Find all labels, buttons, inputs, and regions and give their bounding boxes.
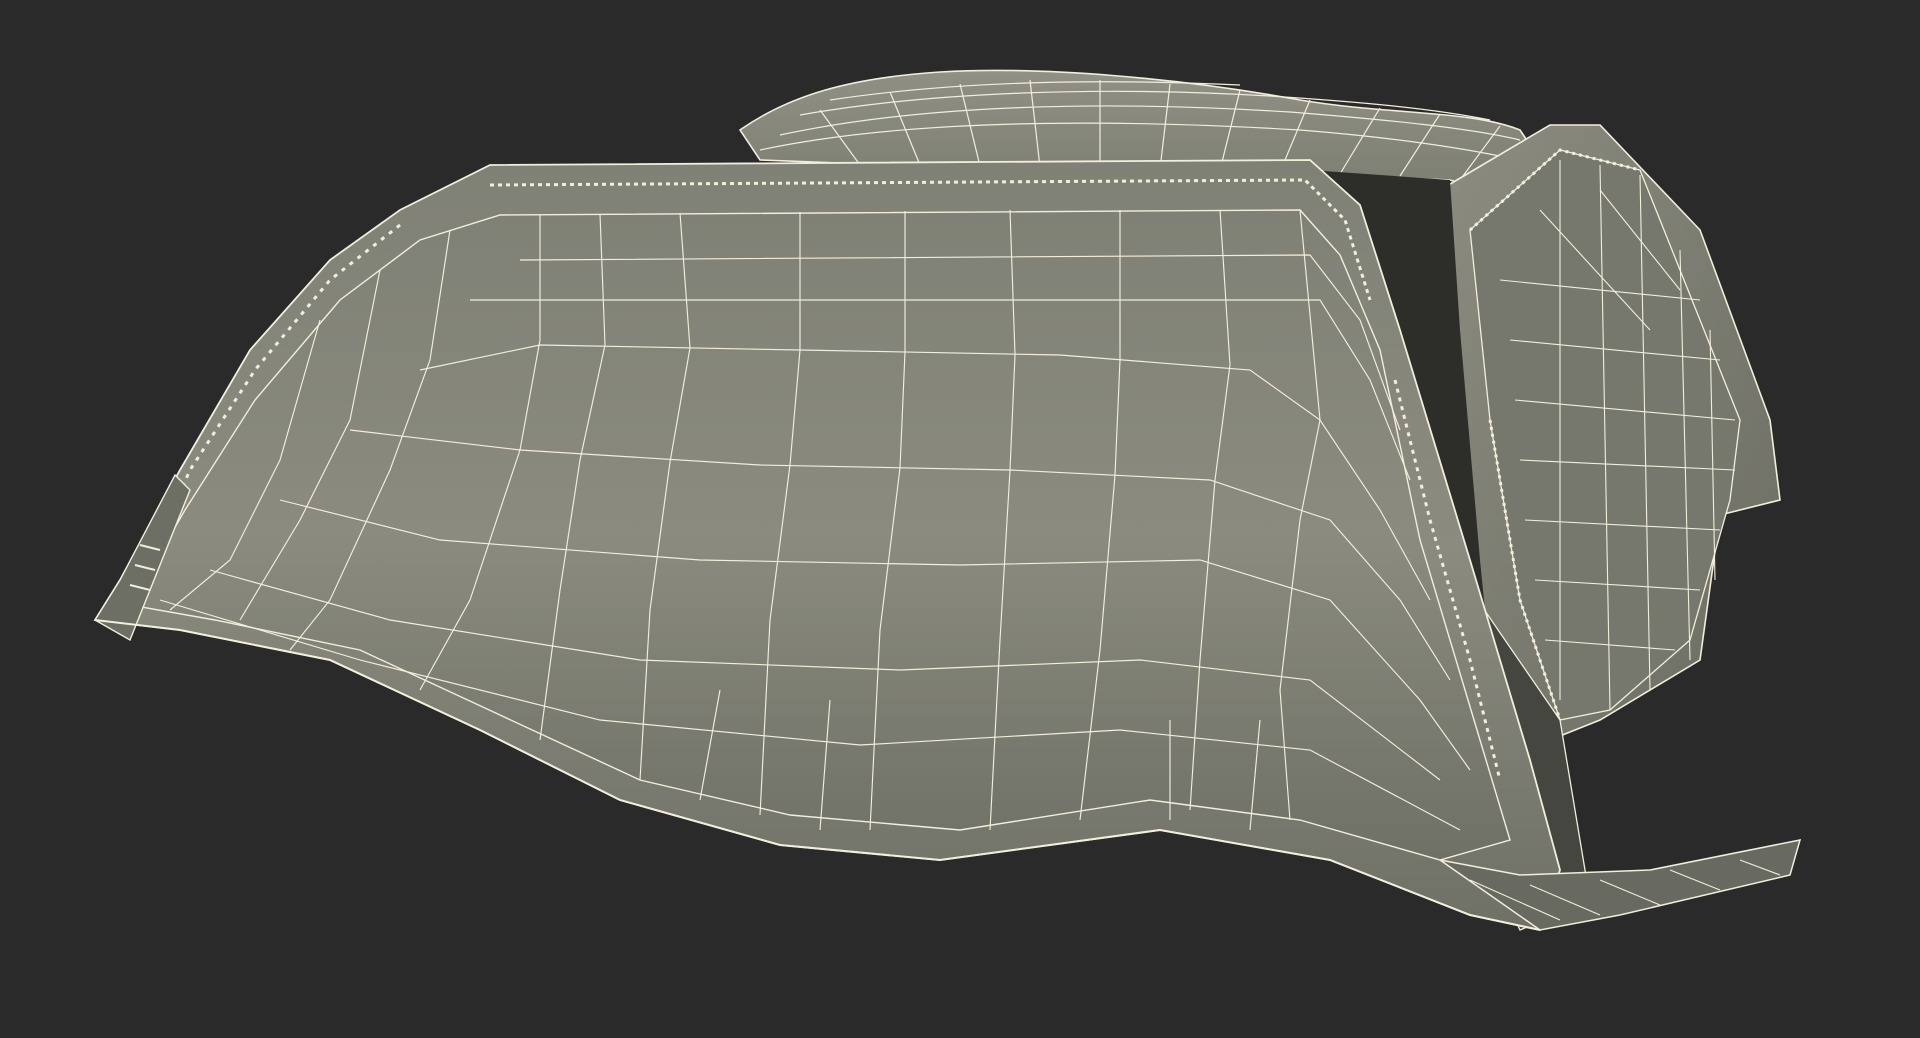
model-front-surface: [93, 159, 1561, 932]
wireframe-model-viewport: [93, 69, 1802, 932]
